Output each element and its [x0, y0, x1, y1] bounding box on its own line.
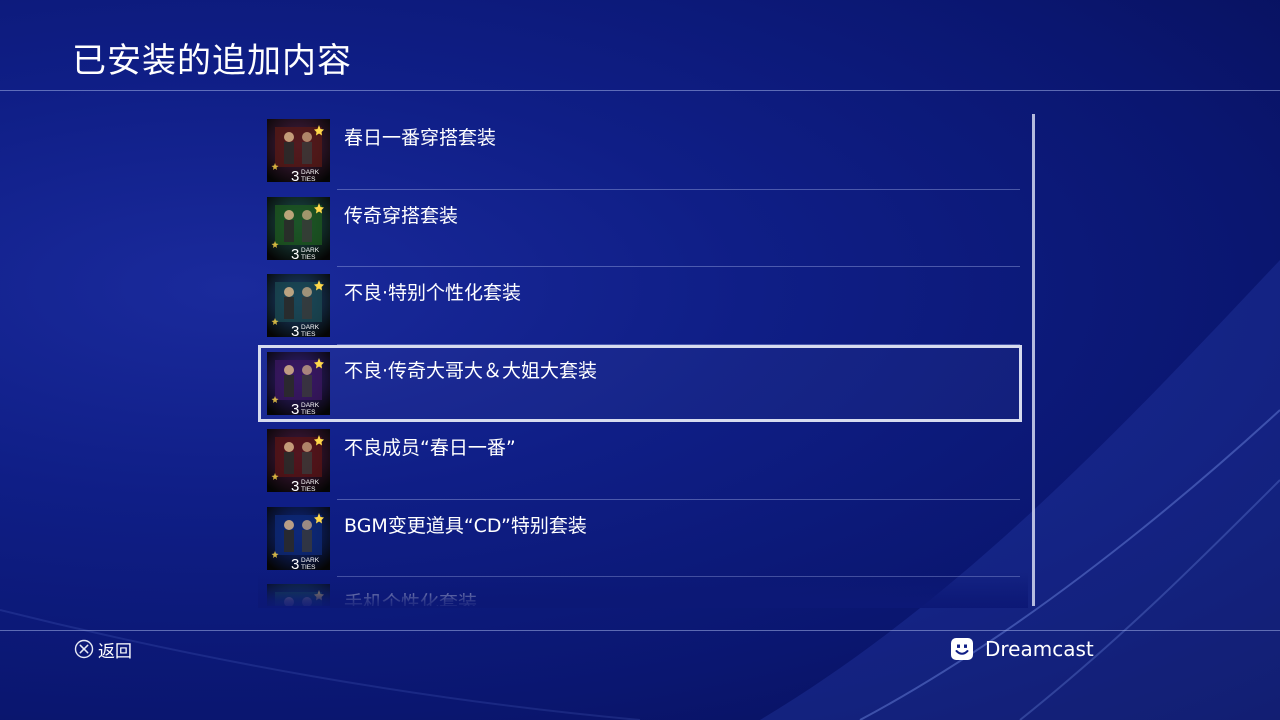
list-item[interactable]: 3 DARK TIES 传奇穿搭套装 — [258, 190, 1022, 267]
thumb-badge-line2: TIES — [301, 176, 316, 182]
list-item[interactable]: 3 DARK TIES 不良成员“春日一番” — [258, 422, 1022, 500]
header-divider — [0, 90, 1280, 91]
thumb-badge-line1: DARK — [301, 402, 320, 409]
scrollbar[interactable] — [1032, 114, 1035, 606]
thumb-badge-number: 3 — [291, 246, 299, 260]
back-label: 返回 — [98, 641, 132, 662]
page-title: 已安装的追加内容 — [72, 41, 352, 81]
user-info: Dreamcast — [950, 636, 1094, 662]
gang-leaders-thumbnail: 3 DARK TIES — [267, 351, 330, 415]
list-item-label: 传奇穿搭套装 — [344, 204, 459, 227]
thumb-badge-line1: DARK — [301, 324, 320, 331]
list-item[interactable]: 3DARKTIES 手机个性化套装 — [258, 577, 1022, 606]
dlc-list: 3 DARK TIES 春日一番穿搭套装 3 DARK TIES 传奇穿搭套装 3 DARK TIE… — [258, 112, 1022, 606]
thumb-badge-number: 3 — [291, 556, 299, 570]
member-thumbnail: 3 DARK TIES — [267, 429, 330, 492]
list-item-label: 春日一番穿搭套装 — [344, 127, 497, 149]
customization-thumbnail: 3 DARK TIES — [267, 274, 330, 337]
thumb-badge-line1: DARK — [301, 169, 320, 176]
back-hint[interactable]: 返回 — [74, 637, 132, 662]
cd-box-thumbnail: 3 DARK TIES — [267, 506, 330, 570]
thumb-badge-line2: TIES — [301, 409, 316, 415]
footer-divider — [0, 630, 1280, 631]
phone-thumbnail: 3DARKTIES — [267, 584, 330, 606]
thumb-badge-line2: TIES — [301, 254, 316, 260]
thumb-badge-line2: TIES — [301, 564, 316, 570]
list-item[interactable]: 3 DARK TIES 不良·传奇大哥大＆大姐大套装 — [258, 344, 1022, 422]
thumb-badge-number: 3 — [291, 323, 299, 337]
thumb-badge-line1: DARK — [301, 479, 320, 486]
list-item-label: 不良·特别个性化套装 — [344, 282, 522, 304]
thumb-badge-number: 3 — [291, 401, 299, 415]
list-item[interactable]: 3 DARK TIES BGM变更道具“CD”特别套装 — [258, 500, 1022, 577]
thumb-badge-number: 3 — [291, 478, 299, 492]
cross-button-icon — [74, 639, 94, 659]
list-item-label: 不良成员“春日一番” — [344, 437, 516, 459]
smiley-avatar-icon — [951, 638, 973, 660]
list-item[interactable]: 3 DARK TIES 不良·特别个性化套装 — [258, 267, 1022, 345]
thumb-badge-line1: DARK — [301, 247, 320, 254]
thumb-badge-line1: DARK — [301, 557, 320, 564]
user-name: Dreamcast — [985, 637, 1094, 661]
list-item-label: 手机个性化套装 — [344, 592, 478, 606]
outfit-thumbnail: 3 DARK TIES — [267, 119, 330, 182]
outfit-thumbnail: 3 DARK TIES — [267, 196, 330, 260]
list-item-label: BGM变更道具“CD”特别套装 — [344, 514, 587, 537]
list-item[interactable]: 3 DARK TIES 春日一番穿搭套装 — [258, 112, 1022, 190]
thumb-badge-number: 3 — [291, 168, 299, 182]
thumb-badge-line2: TIES — [301, 486, 316, 492]
thumb-badge-line2: TIES — [301, 331, 316, 337]
list-item-label: 不良·传奇大哥大＆大姐大套装 — [344, 359, 598, 382]
